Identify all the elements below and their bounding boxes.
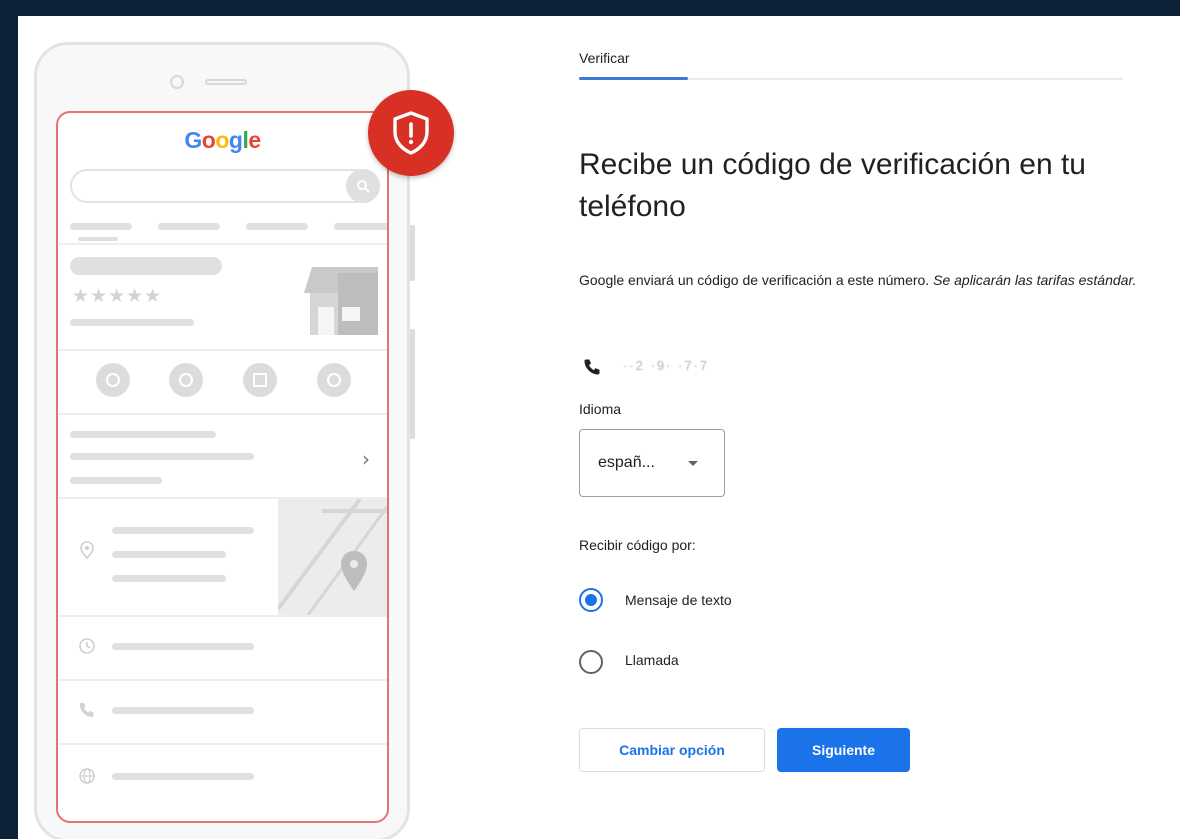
placeholder-bar bbox=[78, 237, 118, 241]
phone-side-button bbox=[410, 329, 415, 439]
logo-letter: e bbox=[248, 127, 261, 153]
description-main: Google enviará un código de verificación… bbox=[579, 272, 930, 288]
website-icon bbox=[317, 363, 351, 397]
map-thumbnail bbox=[276, 497, 387, 616]
shield-alert-icon bbox=[368, 90, 454, 176]
placeholder-bar bbox=[70, 223, 132, 230]
placeholder-bar bbox=[112, 527, 254, 534]
description-text: Google enviará un código de verificación… bbox=[579, 269, 1149, 291]
radio-call-label[interactable]: Llamada bbox=[625, 652, 679, 668]
chevron-right-icon: › bbox=[362, 447, 370, 471]
divider bbox=[58, 243, 387, 245]
divider bbox=[58, 349, 387, 351]
phone-icon bbox=[80, 703, 94, 717]
phone-icon bbox=[584, 359, 600, 375]
placeholder-bar bbox=[246, 223, 308, 230]
description-note: Se aplicarán las tarifas estándar. bbox=[933, 272, 1137, 288]
placeholder-bar bbox=[70, 453, 254, 460]
placeholder-bar bbox=[112, 707, 254, 714]
divider bbox=[58, 743, 387, 745]
phone-side-button bbox=[410, 225, 415, 281]
dropdown-arrow-icon bbox=[688, 461, 698, 466]
logo-letter: g bbox=[228, 127, 243, 153]
logo-letter: G bbox=[184, 127, 202, 153]
change-option-button[interactable]: Cambiar opción bbox=[579, 728, 765, 772]
placeholder-bar bbox=[112, 773, 254, 780]
bookmark-icon bbox=[243, 363, 277, 397]
verification-panel: Google ★★★★★ › Verificar Recibe un códig… bbox=[18, 16, 1180, 839]
language-label: Idioma bbox=[579, 401, 622, 417]
language-value: españ... bbox=[598, 454, 655, 471]
phone-camera bbox=[170, 75, 184, 89]
divider bbox=[58, 615, 387, 617]
placeholder-bar bbox=[70, 319, 194, 326]
radio-text-message-label[interactable]: Mensaje de texto bbox=[625, 592, 732, 608]
phone-illustration: Google ★★★★★ › bbox=[34, 42, 415, 839]
receive-code-label: Recibir código por: bbox=[579, 537, 696, 553]
divider bbox=[58, 679, 387, 681]
phone-number: ··2 ·9· ·7·7 bbox=[623, 358, 710, 373]
placeholder-bar bbox=[70, 257, 222, 275]
phone-speaker bbox=[205, 79, 247, 85]
logo-letter: o bbox=[215, 127, 229, 153]
placeholder-bar bbox=[112, 643, 254, 650]
phone-icon bbox=[96, 363, 130, 397]
logo-letter: o bbox=[201, 127, 216, 153]
placeholder-bar bbox=[112, 575, 226, 582]
directions-icon bbox=[169, 363, 203, 397]
radio-text-message[interactable] bbox=[579, 588, 603, 612]
globe-icon bbox=[79, 768, 95, 784]
search-icon bbox=[346, 169, 380, 203]
store-icon bbox=[304, 267, 378, 335]
mock-search-bar bbox=[70, 169, 380, 203]
radio-call[interactable] bbox=[579, 650, 603, 674]
placeholder-bar bbox=[70, 477, 162, 484]
language-select[interactable]: españ... bbox=[579, 429, 725, 497]
location-pin-icon bbox=[80, 541, 94, 559]
phone-screen: Google ★★★★★ › bbox=[56, 111, 389, 823]
placeholder-bar bbox=[112, 551, 226, 558]
rating-stars: ★★★★★ bbox=[72, 286, 163, 307]
google-logo: Google bbox=[58, 127, 387, 154]
placeholder-bar bbox=[70, 431, 216, 438]
tab-indicator bbox=[579, 77, 688, 80]
placeholder-bar bbox=[334, 223, 387, 230]
clock-icon bbox=[79, 638, 95, 654]
tab-verify[interactable]: Verificar bbox=[579, 50, 630, 66]
placeholder-bar bbox=[158, 223, 220, 230]
next-button[interactable]: Siguiente bbox=[777, 728, 910, 772]
page-title: Recibe un código de verificación en tu t… bbox=[579, 148, 1086, 223]
divider bbox=[58, 413, 387, 415]
